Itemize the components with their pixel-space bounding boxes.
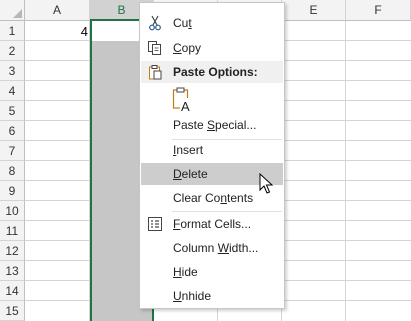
menu-item-insert[interactable]: Insert: [141, 139, 283, 161]
paste-options-label: Paste Options:: [173, 65, 258, 79]
scissors-icon: [149, 15, 161, 31]
row-header-2[interactable]: 2: [0, 41, 25, 61]
row-header-9[interactable]: 9: [0, 181, 25, 201]
menu-separator: [172, 211, 282, 212]
menu-item-unhide[interactable]: Unhide: [141, 285, 283, 307]
clipboard-icon: [149, 65, 162, 80]
column-header-e[interactable]: E: [282, 0, 346, 21]
copy-icon: [148, 41, 161, 55]
row-header-11[interactable]: 11: [0, 221, 25, 241]
row-header-14[interactable]: 14: [0, 281, 25, 301]
grid-line: [345, 21, 346, 321]
select-all-button[interactable]: [0, 0, 25, 21]
mouse-pointer-icon: [259, 173, 273, 194]
menu-item-copy[interactable]: Copy: [141, 37, 283, 59]
menu-group-paste-options: Paste Options:: [141, 61, 283, 83]
menu-label-delete: Delete: [173, 167, 208, 181]
menu-item-paste-special[interactable]: Paste Special...: [141, 114, 283, 136]
menu-label-format-cells: Format Cells...: [173, 217, 252, 231]
row-header-4[interactable]: 4: [0, 81, 25, 101]
cell-a1[interactable]: 4: [26, 22, 88, 41]
menu-label-insert: Insert: [173, 143, 204, 157]
row-header-3[interactable]: 3: [0, 61, 25, 81]
menu-item-format-cells[interactable]: Format Cells...: [141, 213, 283, 235]
menu-label-copy: Copy: [173, 41, 202, 55]
row-header-10[interactable]: 10: [0, 201, 25, 221]
row-header-13[interactable]: 13: [0, 261, 25, 281]
menu-label-cut: Cut: [173, 16, 192, 30]
row-header-15[interactable]: 15: [0, 301, 25, 321]
menu-label-unhide: Unhide: [173, 289, 212, 303]
row-header-8[interactable]: 8: [0, 161, 25, 181]
menu-label-hide: Hide: [173, 265, 198, 279]
paste-text-icon[interactable]: A: [172, 87, 194, 113]
row-header-5[interactable]: 5: [0, 101, 25, 121]
menu-label-column-width: Column Width...: [173, 241, 259, 255]
row-header-1[interactable]: 1: [0, 21, 25, 41]
row-header-7[interactable]: 7: [0, 141, 25, 161]
svg-text:A: A: [181, 99, 190, 113]
format-cells-icon: [148, 217, 162, 231]
menu-item-hide[interactable]: Hide: [141, 261, 283, 283]
context-menu: Cut Copy Paste Options: A Paste Special.…: [139, 2, 285, 309]
column-header-f[interactable]: F: [346, 0, 411, 21]
menu-label-paste-special: Paste Special...: [173, 118, 257, 132]
row-header-12[interactable]: 12: [0, 241, 25, 261]
menu-item-column-width[interactable]: Column Width...: [141, 237, 283, 259]
menu-label-clear-contents: Clear Contents: [173, 191, 254, 205]
row-header-6[interactable]: 6: [0, 121, 25, 141]
menu-item-cut[interactable]: Cut: [141, 12, 283, 34]
column-header-a[interactable]: A: [25, 0, 90, 21]
